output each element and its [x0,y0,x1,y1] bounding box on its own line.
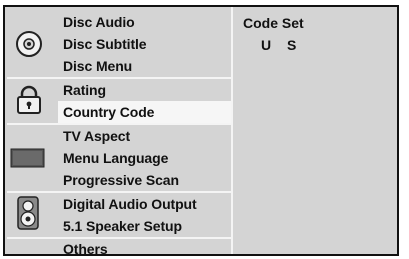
country-code-value[interactable]: U S [261,35,302,55]
speaker-icon [10,195,50,231]
menu-item-disc-audio[interactable]: Disc Audio [63,11,231,33]
lock-icon [10,85,50,115]
menu-item-disc-menu[interactable]: Disc Menu [63,55,231,77]
content-pane: Code Set U S [233,7,397,254]
menu-item-disc-subtitle[interactable]: Disc Subtitle [63,33,231,55]
menu-item-tv-aspect[interactable]: TV Aspect [63,125,231,147]
menu-item-digital-audio-output[interactable]: Digital Audio Output [63,193,231,215]
menu-item-country-code[interactable]: Country Code [58,101,231,123]
code-set-title: Code Set [243,15,304,31]
menu-item-speaker-setup[interactable]: 5.1 Speaker Setup [63,215,231,237]
menu-item-others[interactable]: Others [63,238,231,254]
menu-item-menu-language[interactable]: Menu Language [63,147,231,169]
menu-item-progressive-scan[interactable]: Progressive Scan [63,169,231,191]
setup-menu-panel: Disc Audio Disc Subtitle Disc Menu Ratin… [3,5,399,256]
disc-icon [10,30,50,58]
screen: Disc Audio Disc Subtitle Disc Menu Ratin… [0,0,409,259]
setup-menu-list: Disc Audio Disc Subtitle Disc Menu Ratin… [5,7,233,254]
menu-item-rating[interactable]: Rating [63,79,231,101]
screen-icon [10,147,50,169]
